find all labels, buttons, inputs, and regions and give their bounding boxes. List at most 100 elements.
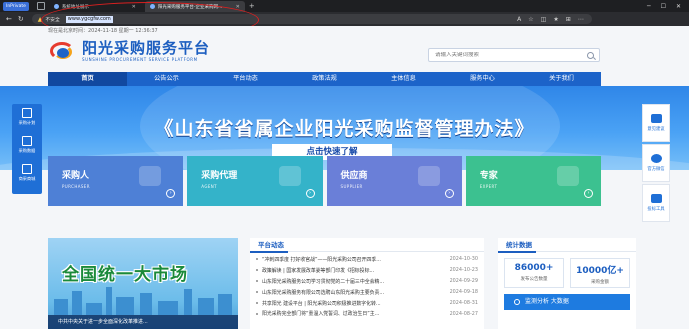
market-hero-image[interactable]: 全国统一大市场 中共中央关于进一步全面深化改革推进... (48, 238, 238, 329)
nav-service-center[interactable]: 服务中心 (443, 72, 522, 86)
card-subtitle: SUPPLIER (340, 184, 363, 189)
supplier-icon (417, 166, 440, 186)
card-agent[interactable]: 采购代理 AGENT › (187, 156, 323, 206)
dock-item-feedback[interactable]: 意见建议 (642, 104, 670, 142)
minimize-icon[interactable]: ─ (647, 3, 651, 10)
hero-title: 全国统一大市场 (62, 265, 188, 285)
warning-icon[interactable]: ▲ (38, 16, 43, 23)
document-icon (21, 108, 32, 118)
agent-icon (278, 166, 301, 186)
dock-label: 官方微信 (647, 167, 665, 172)
card-supplier[interactable]: 供应商 SUPPLIER › (326, 156, 462, 206)
list-item[interactable]: 阳光采购完全部门将“重温入党誓词、过政治生日”主... 2024-08-27 (256, 308, 478, 319)
monitor-icon (514, 299, 520, 305)
search-icon[interactable] (587, 51, 594, 59)
platform-news-panel: 平台动态 “冲刺四季度 打好收官战”——阳光采购公司召开四季... 2024-10… (250, 238, 484, 329)
card-purchaser[interactable]: 采购人 PURCHASER › (48, 156, 184, 206)
nav-entities[interactable]: 主体信息 (364, 72, 443, 86)
stats-header: 统计数据 (498, 238, 636, 253)
data-icon (21, 136, 32, 146)
favorites-icon[interactable]: ★ (553, 16, 558, 23)
read-aloud-icon[interactable]: A (517, 16, 521, 23)
dock-item-bid-tools[interactable]: 投标工具 (642, 184, 670, 222)
page-favicon-icon (149, 4, 155, 9)
logo-mark-icon (48, 38, 78, 64)
monitor-label: 监测分析 大数据 (525, 298, 569, 305)
dock-label: 意见建议 (647, 127, 665, 132)
list-item[interactable]: 山东阳光采购服务有限公司选聘山东阳光采购主要负责... 2024-09-18 (256, 287, 478, 298)
window-controls: ─ ☐ ✕ (647, 3, 681, 10)
nav-policies[interactable]: 政策法规 (285, 72, 364, 86)
collections-icon[interactable]: ⊞ (566, 16, 571, 23)
chevron-right-icon[interactable]: › (444, 189, 454, 198)
list-item[interactable]: 共享阳光 建设平台 | 阳光采购公司积极推进数字化转... 2024-08-31 (256, 298, 478, 309)
nav-about[interactable]: 关于我们 (522, 72, 601, 86)
new-tab-button[interactable]: + (249, 2, 255, 10)
card-title: 供应商 (340, 171, 368, 181)
favorite-star-icon[interactable]: ☆ (528, 16, 533, 23)
chevron-right-icon[interactable]: › (305, 189, 315, 198)
send-icon (650, 194, 662, 203)
security-status[interactable]: 不安全 (45, 16, 59, 23)
dock-label: 投标工具 (647, 207, 665, 212)
close-icon[interactable]: ✕ (236, 4, 240, 10)
nav-announcements[interactable]: 公告公示 (127, 72, 206, 86)
stat-amount: 10000亿+ 采购金额 (570, 258, 630, 288)
stat-boxes: 86000+ 发布公告数量 10000亿+ 采购金额 (498, 252, 636, 288)
nav-home[interactable]: 首页 (48, 72, 127, 86)
chevron-right-icon[interactable]: › (166, 189, 176, 198)
maximize-icon[interactable]: ☐ (661, 3, 666, 10)
tab-label: 系统地址展示 (61, 4, 89, 10)
dock-label: 采购数据 (18, 148, 36, 153)
site-logo[interactable]: 阳光采购服务平台 SUNSHINE PROCUREMENT SERVICE PL… (48, 38, 210, 64)
banner-title: 《山东省省属企业阳光采购监督管理办法》 (154, 118, 535, 140)
card-title: 采购人 (62, 171, 90, 181)
tab-actions-icon[interactable] (36, 2, 45, 10)
dock-item-wechat[interactable]: 官方微信 (642, 144, 670, 182)
chevron-right-icon[interactable]: › (584, 189, 593, 198)
back-icon[interactable]: ← (6, 15, 12, 23)
close-window-icon[interactable]: ✕ (676, 3, 681, 10)
more-icon[interactable]: ⋯ (578, 16, 584, 23)
stats-title: 统计数据 (498, 239, 536, 253)
tab-label: 阳光采购服务平台-企业采购网... (157, 4, 223, 10)
hero-caption[interactable]: 中共中央关于进一步全面深化改革推进... (48, 315, 238, 329)
monitor-analysis-button[interactable]: 监测分析 大数据 (504, 294, 630, 310)
right-floating-dock: 意见建议 官方微信 投标工具 (642, 104, 670, 222)
dock-label: 商采商城 (18, 176, 36, 181)
list-item[interactable]: 政策解读 | 国家发展改革委等部门印发《招标投标... 2024-10-23 (256, 265, 478, 276)
news-title[interactable]: 平台动态 (250, 239, 288, 253)
role-cards: 采购人 PURCHASER › 采购代理 AGENT › 供应商 SUPPLIE… (48, 156, 601, 206)
logo-subtitle: SUNSHINE PROCUREMENT SERVICE PLATFORM (82, 57, 198, 62)
inprivate-badge[interactable]: InPrivate (3, 1, 29, 11)
grid-icon (21, 164, 32, 174)
refresh-icon[interactable]: ↻ (18, 15, 24, 23)
card-expert[interactable]: 专家 EXPERT › (465, 156, 601, 206)
tab-sunshine-platform[interactable]: 阳光采购服务平台-企业采购网... ✕ (144, 1, 245, 12)
stat-label: 发布公告数量 (520, 277, 548, 282)
tab-system-address[interactable]: 系统地址展示 ✕ (49, 1, 141, 12)
omnibox[interactable]: ▲ 不安全 www.ygcgfw.com A ☆ ◫ ★ ⊞ ⋯ (31, 14, 592, 24)
address-bar: ← ↻ ▲ 不安全 www.ygcgfw.com A ☆ ◫ ★ ⊞ ⋯ (0, 12, 689, 26)
list-item[interactable]: “冲刺四季度 打好收官战”——阳光采购公司召开四季... 2024-10-30 (256, 254, 478, 265)
dock-item-purchase-data[interactable]: 采购数据 (18, 136, 36, 164)
nav-platform-news[interactable]: 平台动态 (206, 72, 285, 86)
wechat-icon (650, 154, 662, 163)
stat-value: 10000亿+ (576, 266, 624, 276)
current-time: 现在是北京时间：2024-11-18 星期一 12:36:37 (48, 28, 158, 34)
expert-icon (557, 166, 579, 186)
dock-item-purchase-plan[interactable]: 采购计划 (19, 108, 35, 136)
url-text[interactable]: www.ygcgfw.com (65, 15, 113, 23)
browser-window: InPrivate 系统地址展示 ✕ 阳光采购服务平台-企业采购网... ✕ +… (0, 0, 689, 329)
dock-item-mall[interactable]: 商采商城 (18, 164, 36, 192)
list-item[interactable]: 山东阳光采购服务公司学习贯彻党的二十届三中全会精... 2024-09-29 (256, 276, 478, 287)
chat-icon (650, 114, 662, 123)
address-bar-icons: A ☆ ◫ ★ ⊞ ⋯ (517, 16, 584, 23)
search-input[interactable] (435, 52, 575, 58)
close-icon[interactable]: ✕ (132, 4, 136, 10)
search-box (428, 48, 600, 62)
card-title: 采购代理 (201, 171, 238, 181)
main-nav: 首页 公告公示 平台动态 政策法规 主体信息 服务中心 关于我们 (48, 72, 601, 86)
tab-strip: InPrivate 系统地址展示 ✕ 阳光采购服务平台-企业采购网... ✕ +… (0, 0, 689, 12)
split-screen-icon[interactable]: ◫ (541, 16, 547, 23)
